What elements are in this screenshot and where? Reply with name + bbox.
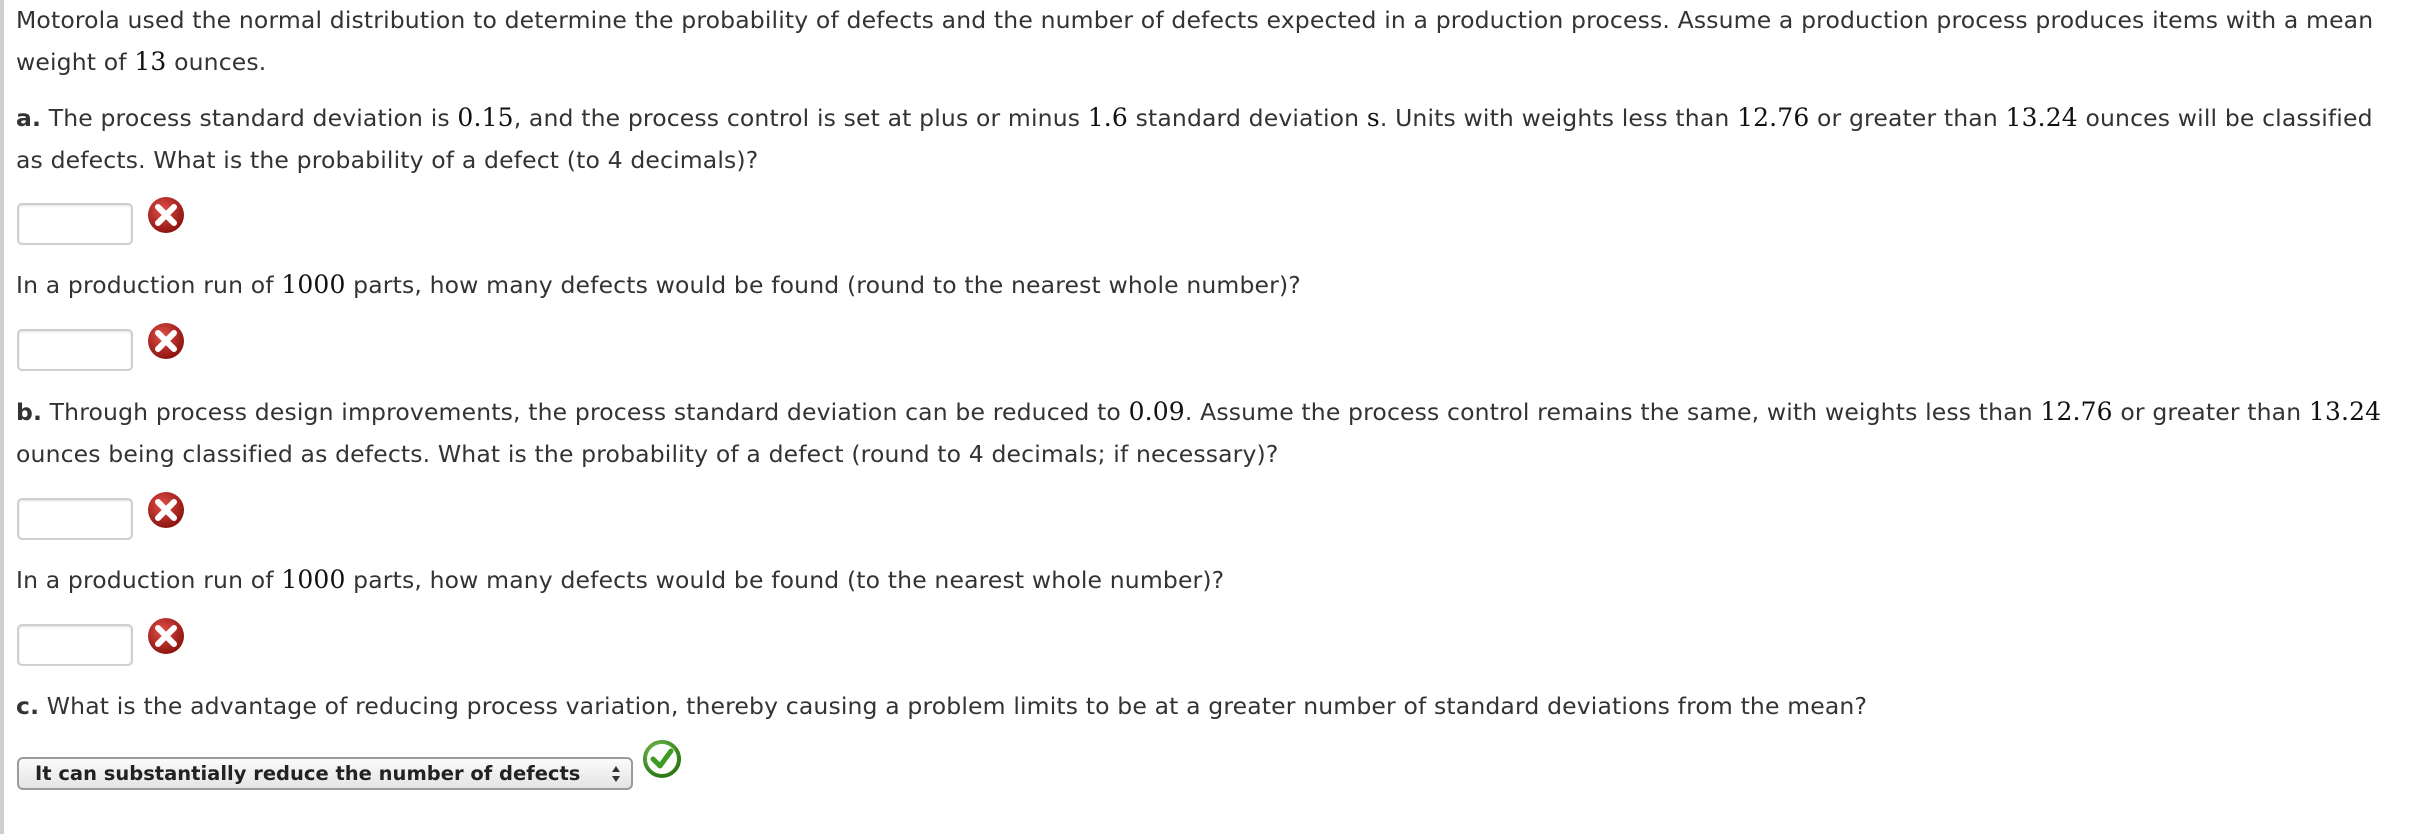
- part-b-label: b.: [16, 398, 43, 426]
- part-b-text: Through process design improvements, the…: [42, 398, 1129, 426]
- question-text: In a production run of: [16, 271, 282, 299]
- part-a-text: standard deviation: [1127, 104, 1367, 132]
- part-a-label: a.: [16, 104, 42, 132]
- part-b-text: . Assume the process control remains the…: [1184, 398, 2041, 426]
- part-a-text: , and the process control is set at plus…: [513, 104, 1088, 132]
- part-b-question: ounces being classified as defects. What…: [16, 440, 1279, 468]
- sd-value: 0.15: [457, 103, 514, 132]
- part-b-text: or greater than: [2112, 398, 2309, 426]
- control-limit-value: 1.6: [1087, 103, 1128, 132]
- selected-option: It can substantially reduce the number o…: [35, 762, 581, 785]
- part-c-label: c.: [16, 692, 40, 720]
- part-a-defects-question: In a production run of 1000 parts, how m…: [16, 270, 1301, 300]
- part-a-question: as defects. What is the probability of a…: [16, 146, 759, 174]
- part-c-answer-select[interactable]: It can substantially reduce the number o…: [17, 757, 633, 790]
- question-text: parts, how many defects would be found (…: [345, 271, 1301, 299]
- part-c-line: c. What is the advantage of reducing pro…: [16, 691, 1867, 721]
- select-arrows-icon: [612, 766, 620, 782]
- intro-line-2: weight of 13 ounces.: [16, 47, 266, 77]
- run-size-value: 1000: [281, 270, 346, 299]
- run-size-value: 1000: [281, 565, 346, 594]
- intro-text: ounces.: [166, 48, 267, 76]
- correct-check-icon: [643, 740, 681, 778]
- part-b-defects-input[interactable]: [17, 624, 133, 666]
- part-a-defects-input[interactable]: [17, 329, 133, 371]
- intro-text: weight of: [16, 48, 135, 76]
- part-a-text: or greater than: [1809, 104, 2006, 132]
- mean-value: 13: [134, 47, 167, 76]
- part-a-text: ounces will be classified: [2077, 104, 2373, 132]
- part-b-line-1: b. Through process design improvements, …: [16, 397, 2381, 427]
- upper-limit-value: 13.24: [2308, 397, 2382, 426]
- incorrect-x-icon: [148, 492, 184, 528]
- sigma-symbol: s: [1366, 103, 1380, 132]
- lower-limit-value: 12.76: [2040, 397, 2113, 426]
- incorrect-x-icon: [148, 197, 184, 233]
- incorrect-x-icon: [148, 323, 184, 359]
- part-b-line-2: ounces being classified as defects. What…: [16, 439, 1278, 469]
- part-c-question: What is the advantage of reducing proces…: [39, 692, 1868, 720]
- question-text: parts, how many defects would be found (…: [345, 566, 1225, 594]
- part-a-text: The process standard deviation is: [41, 104, 458, 132]
- lower-limit-value: 12.76: [1737, 103, 1810, 132]
- sd-value: 0.09: [1128, 397, 1185, 426]
- left-border: [0, 0, 4, 834]
- part-b-probability-input[interactable]: [17, 498, 133, 540]
- part-a-line-1: a. The process standard deviation is 0.1…: [16, 103, 2373, 133]
- question-text: In a production run of: [16, 566, 282, 594]
- part-a-line-2: as defects. What is the probability of a…: [16, 145, 758, 175]
- intro-line-1: Motorola used the normal distribution to…: [16, 5, 2373, 35]
- intro-text: Motorola used the normal distribution to…: [16, 6, 2374, 34]
- part-b-defects-question: In a production run of 1000 parts, how m…: [16, 565, 1224, 595]
- upper-limit-value: 13.24: [2005, 103, 2078, 132]
- part-a-probability-input[interactable]: [17, 203, 133, 245]
- incorrect-x-icon: [148, 618, 184, 654]
- part-a-text: . Units with weights less than: [1379, 104, 1738, 132]
